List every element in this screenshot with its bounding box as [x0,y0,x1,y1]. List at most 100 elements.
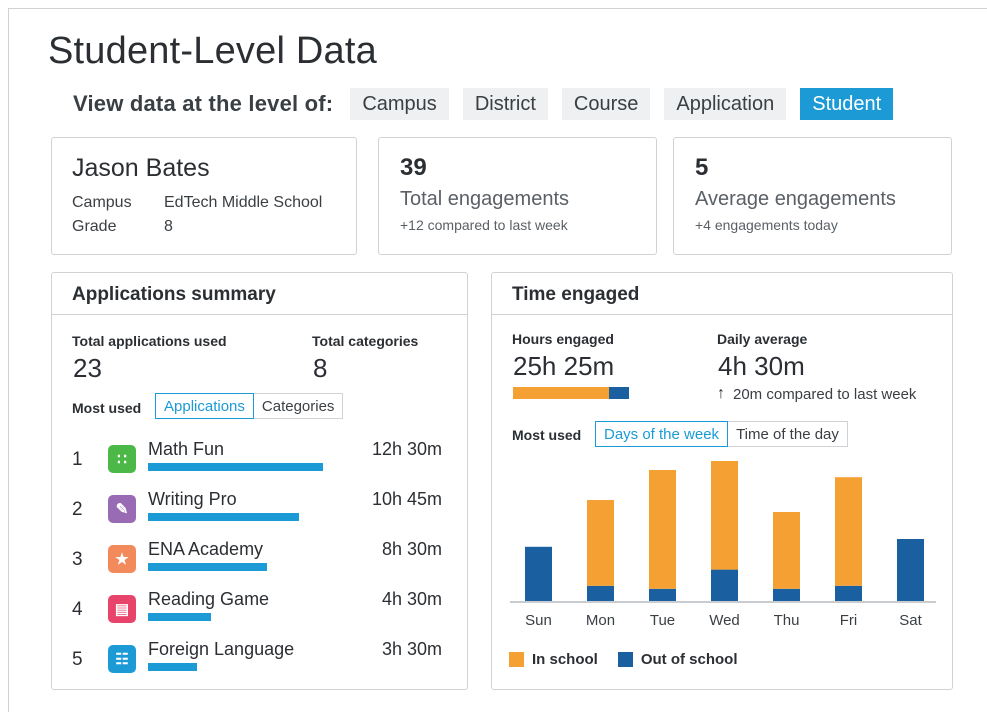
bar-in-school-wed [711,461,738,570]
app-row[interactable]: 4 ▤ Reading Game 4h 30m [72,589,442,629]
math-icon: ∷ [108,445,136,473]
x-tick-label: Mon [586,612,615,629]
x-tick-label: Tue [650,612,675,629]
academy-icon: ★ [108,545,136,573]
arrow-up-icon: ↑ [717,385,725,402]
in-school-swatch [509,652,524,667]
applications-summary-title: Applications summary [52,273,467,315]
app-name[interactable]: ENA Academy [148,539,263,560]
app-row[interactable]: 3 ★ ENA Academy 8h 30m [72,539,442,579]
total-engagements-label: Total engagements [400,188,570,210]
level-student-button[interactable]: Student [800,88,894,120]
bar-out-of-school-thu [773,588,800,602]
legend-out-of-school-label: Out of school [640,651,738,668]
student-name: Jason Bates [72,154,210,182]
page-title: Student-Level Data [48,30,377,72]
app-rank: 1 [72,449,83,470]
app-time: 4h 30m [381,589,442,609]
x-tick-label: Sat [899,612,922,629]
app-rank: 2 [72,499,83,520]
bar-out-of-school-sat [897,539,924,602]
categories-tab[interactable]: Categories [253,393,344,419]
app-usage-bar [148,463,323,471]
bar-out-of-school-fri [835,585,862,602]
total-engagements-value: 39 [400,154,427,181]
time-most-used-label: Most used [512,427,582,443]
grade-row: Grade 8 [72,215,336,239]
average-engagements-card: 5 Average engagements +4 engagements tod… [673,137,952,255]
total-applications-label: Total applications used [72,333,227,349]
most-used-label: Most used [72,400,142,416]
daily-average-value: 4h 30m [718,351,805,381]
bar-out-of-school-wed [711,569,738,602]
app-row[interactable]: 1 ∷ Math Fun 12h 30m [72,439,442,479]
x-tick-label: Thu [774,612,800,629]
app-usage-bar [148,513,299,521]
student-card: Jason Bates Campus EdTech Middle School … [51,137,357,255]
bar-in-school-fri [835,477,862,586]
app-usage-bar [148,613,211,621]
hours-engaged-bar [513,387,629,399]
hours-in-school-fill [513,387,610,399]
apps-view-toggle: Applications Categories [155,393,344,419]
bar-in-school-thu [773,512,800,589]
total-categories-label: Total categories [312,333,419,349]
x-tick-label: Fri [840,612,858,629]
app-name[interactable]: Writing Pro [148,489,237,510]
level-application-button[interactable]: Application [664,88,787,120]
app-time: 8h 30m [381,539,442,559]
app-time: 12h 30m [371,439,442,459]
app-rank: 5 [72,649,83,670]
average-engagements-label: Average engagements [695,188,896,210]
hours-engaged-value: 25h 25m [513,351,615,381]
days-of-week-tab[interactable]: Days of the week [595,421,729,447]
app-name[interactable]: Math Fun [148,439,224,460]
level-campus-button[interactable]: Campus [350,88,449,120]
bar-out-of-school-mon [587,585,614,602]
applications-summary-panel: Applications summary Total applications … [51,272,468,690]
app-usage-bar [148,663,197,671]
app-time: 3h 30m [381,639,442,659]
writing-icon: ✎ [108,495,136,523]
bar-in-school-mon [587,500,614,586]
x-tick-label: Wed [709,612,740,629]
hours-out-of-school-fill [609,387,629,399]
average-engagements-value: 5 [695,154,709,181]
language-icon: ☷ [108,645,136,673]
x-tick-label: Sun [525,612,552,629]
app-rank: 4 [72,599,83,620]
app-name[interactable]: Reading Game [148,589,269,610]
total-categories-value: 8 [313,353,328,383]
campus-row: Campus EdTech Middle School [72,191,336,215]
app-row[interactable]: 2 ✎ Writing Pro 10h 45m [72,489,442,529]
time-of-day-tab[interactable]: Time of the day [728,421,848,447]
grade-value: 8 [164,218,173,235]
campus-value: EdTech Middle School [164,194,323,211]
level-selector: View data at the level of: Campus Distri… [73,88,907,120]
app-row[interactable]: 5 ☷ Foreign Language 3h 30m [72,639,442,679]
daily-average-delta-text: 20m compared to last week [733,385,917,403]
level-district-button[interactable]: District [462,88,548,120]
applications-tab[interactable]: Applications [155,393,254,419]
bar-in-school-tue [649,470,676,589]
hours-engaged-label: Hours engaged [512,331,614,347]
daily-average-delta: ↑ 20m compared to last week [717,385,916,403]
time-engaged-panel: Time engaged Hours engaged 25h 25m Daily… [491,272,953,690]
campus-label: Campus [72,194,132,211]
level-course-button[interactable]: Course [561,88,651,120]
book-icon: ▤ [108,595,136,623]
total-applications-value: 23 [73,353,102,383]
bar-out-of-school-sun [525,546,552,602]
app-usage-bar [148,563,267,571]
daily-average-label: Daily average [717,331,808,347]
average-engagements-sub: +4 engagements today [695,217,838,233]
legend-in-school-label: In school [532,651,598,668]
time-engaged-chart: Sun Mon Tue Wed Thu Fri Sat [510,461,936,629]
app-time: 10h 45m [371,489,442,509]
total-engagements-sub: +12 compared to last week [400,217,568,233]
chart-legend: In school Out of school [509,651,758,668]
grade-label: Grade [72,218,117,235]
app-name[interactable]: Foreign Language [148,639,294,660]
out-of-school-swatch [617,652,633,667]
app-rank: 3 [72,549,83,570]
